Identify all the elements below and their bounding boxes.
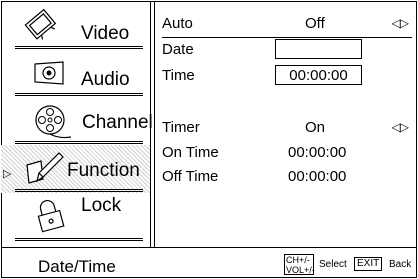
sidebar-item-video[interactable]: Video <box>1 1 150 49</box>
sidebar-menu: Video Audio Channel ▷ Function Lock <box>1 1 153 247</box>
menu-separator <box>15 141 143 144</box>
setting-value: 00:00:00 <box>288 168 347 185</box>
sidebar-item-label: Audio <box>81 69 130 90</box>
setting-value: 00:00:00 <box>288 144 347 161</box>
sidebar-item-audio[interactable]: Audio <box>1 49 150 97</box>
sidebar-item-label: Function <box>67 160 140 181</box>
sidebar-item-label: Channel <box>82 112 153 133</box>
setting-row-time[interactable]: Time 00:00:00 <box>162 65 412 89</box>
setting-label: Off Time <box>162 168 219 185</box>
sidebar-item-label: Lock <box>81 195 122 216</box>
setting-label: On Time <box>162 144 219 161</box>
exit-key-label: EXIT <box>354 257 383 271</box>
tv-icon <box>24 8 57 40</box>
footer-divider <box>1 247 417 248</box>
left-right-arrows-icon[interactable]: ◁▷ <box>392 16 409 30</box>
setting-label: Time <box>162 67 195 84</box>
sidebar-item-channel[interactable]: Channel <box>1 97 153 145</box>
setting-row-on-time[interactable]: On Time 00:00:00 <box>162 144 412 166</box>
select-hint-label: Select <box>319 259 347 270</box>
ch-key-label: CH+/- <box>286 255 310 265</box>
speaker-icon <box>34 61 64 85</box>
date-field[interactable] <box>275 39 362 59</box>
time-field[interactable]: 00:00:00 <box>275 65 362 85</box>
menu-separator <box>15 93 143 96</box>
time-value: 00:00:00 <box>289 67 348 84</box>
setting-label: Date <box>162 41 194 58</box>
setting-row-auto[interactable]: Auto Off ◁▷ <box>162 15 412 38</box>
back-hint-label: Back <box>389 259 412 270</box>
vol-key-label: VOL+/- <box>286 265 315 275</box>
sidebar-item-label: Video <box>81 23 130 44</box>
sidebar-divider-inner <box>154 1 155 247</box>
ch-vol-key-hint: CH+/- VOL+/- <box>284 254 315 275</box>
selection-arrow-icon: ▷ <box>3 168 12 180</box>
page-title: Date/Time <box>38 257 116 276</box>
setting-row-off-time[interactable]: Off Time 00:00:00 <box>162 168 412 190</box>
sidebar-item-lock[interactable]: Lock <box>1 193 150 247</box>
setting-row-date[interactable]: Date <box>162 39 412 63</box>
menu-separator <box>15 189 143 192</box>
left-right-arrows-icon[interactable]: ◁▷ <box>392 120 409 134</box>
padlock-icon <box>37 200 65 233</box>
film-reel-icon <box>35 105 72 139</box>
menu-separator <box>15 238 143 241</box>
setting-value: Off <box>305 15 325 32</box>
hand-pencil-icon <box>26 152 64 184</box>
setting-label: Auto <box>162 15 193 32</box>
setting-label: Timer <box>162 119 200 136</box>
setting-value: On <box>305 119 326 136</box>
sidebar-item-function[interactable]: ▷ Function <box>1 145 150 193</box>
setting-row-timer[interactable]: Timer On ◁▷ <box>162 119 412 141</box>
